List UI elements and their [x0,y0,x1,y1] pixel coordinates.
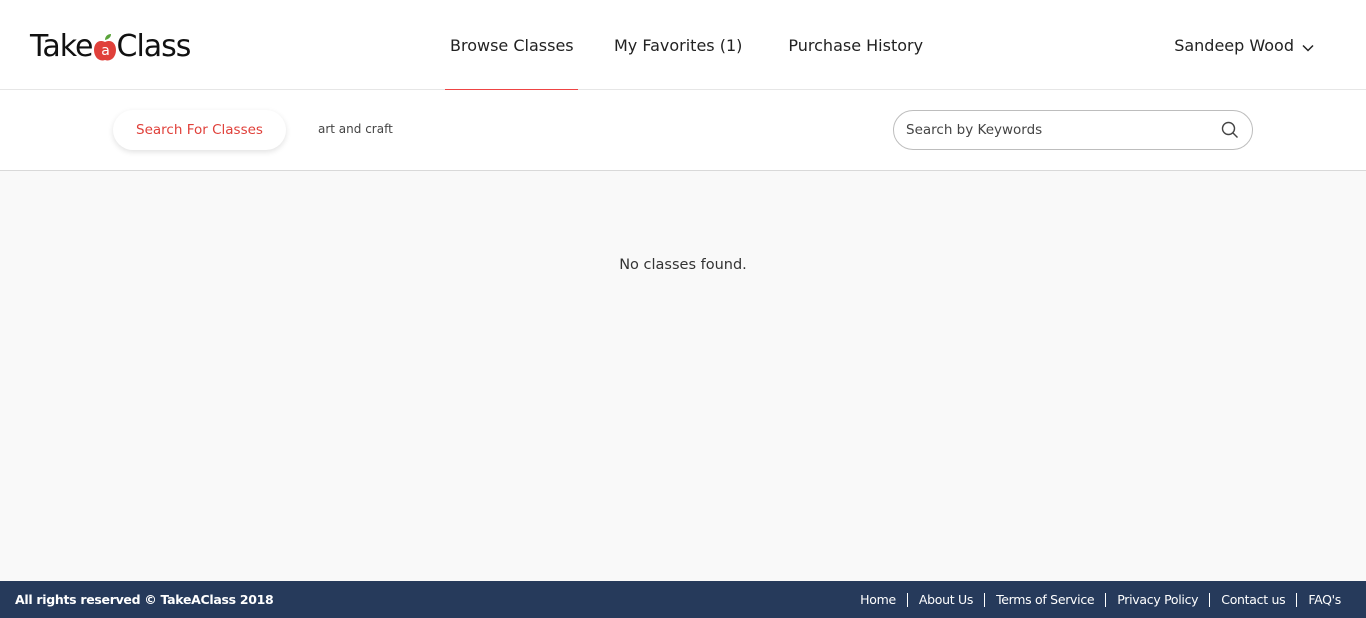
footer-divider [906,592,908,607]
footer-link-home[interactable]: Home [860,592,896,607]
footer-divider [1209,592,1211,607]
nav-purchase-history[interactable]: Purchase History [788,0,923,90]
site-header: Take a Class Browse Classes My Favorites… [0,0,1366,91]
search-for-classes-button[interactable]: Search For Classes [113,110,286,150]
logo-text-class: Class [116,28,192,64]
footer-link-privacy-policy[interactable]: Privacy Policy [1117,592,1198,607]
copyright-text: All rights reserved © TakeAClass 2018 [15,592,274,607]
apple-logo-letter: a [101,43,109,59]
nav-my-favorites[interactable]: My Favorites (1) [614,0,742,90]
footer-links: Home About Us Terms of Service Privacy P… [860,592,1341,607]
footer-link-faqs[interactable]: FAQ's [1308,592,1341,607]
keyword-search-box [893,110,1253,150]
active-filter-label: art and craft [318,122,393,136]
footer-divider [1105,592,1107,607]
apple-logo-icon: a [93,28,116,64]
takeaclass-logo[interactable]: Take a Class [30,28,192,64]
footer-divider [984,592,986,607]
footer-link-terms-of-service[interactable]: Terms of Service [996,592,1095,607]
main-nav: Browse Classes My Favorites (1) Purchase… [445,0,923,91]
logo-text-take: Take [30,28,94,64]
keyword-search-input[interactable] [906,122,1220,138]
chevron-down-icon [1302,37,1314,56]
search-toolbar: Search For Classes art and craft [0,90,1366,171]
footer-link-about-us[interactable]: About Us [919,592,974,607]
empty-results-message: No classes found. [619,257,747,273]
nav-browse-classes[interactable]: Browse Classes [445,0,578,91]
footer-divider [1296,592,1298,607]
search-icon[interactable] [1220,120,1240,140]
site-footer: All rights reserved © TakeAClass 2018 Ho… [0,581,1366,618]
footer-link-contact-us[interactable]: Contact us [1221,592,1285,607]
user-name: Sandeep Wood [1174,35,1294,55]
user-menu[interactable]: Sandeep Wood [1174,0,1314,90]
